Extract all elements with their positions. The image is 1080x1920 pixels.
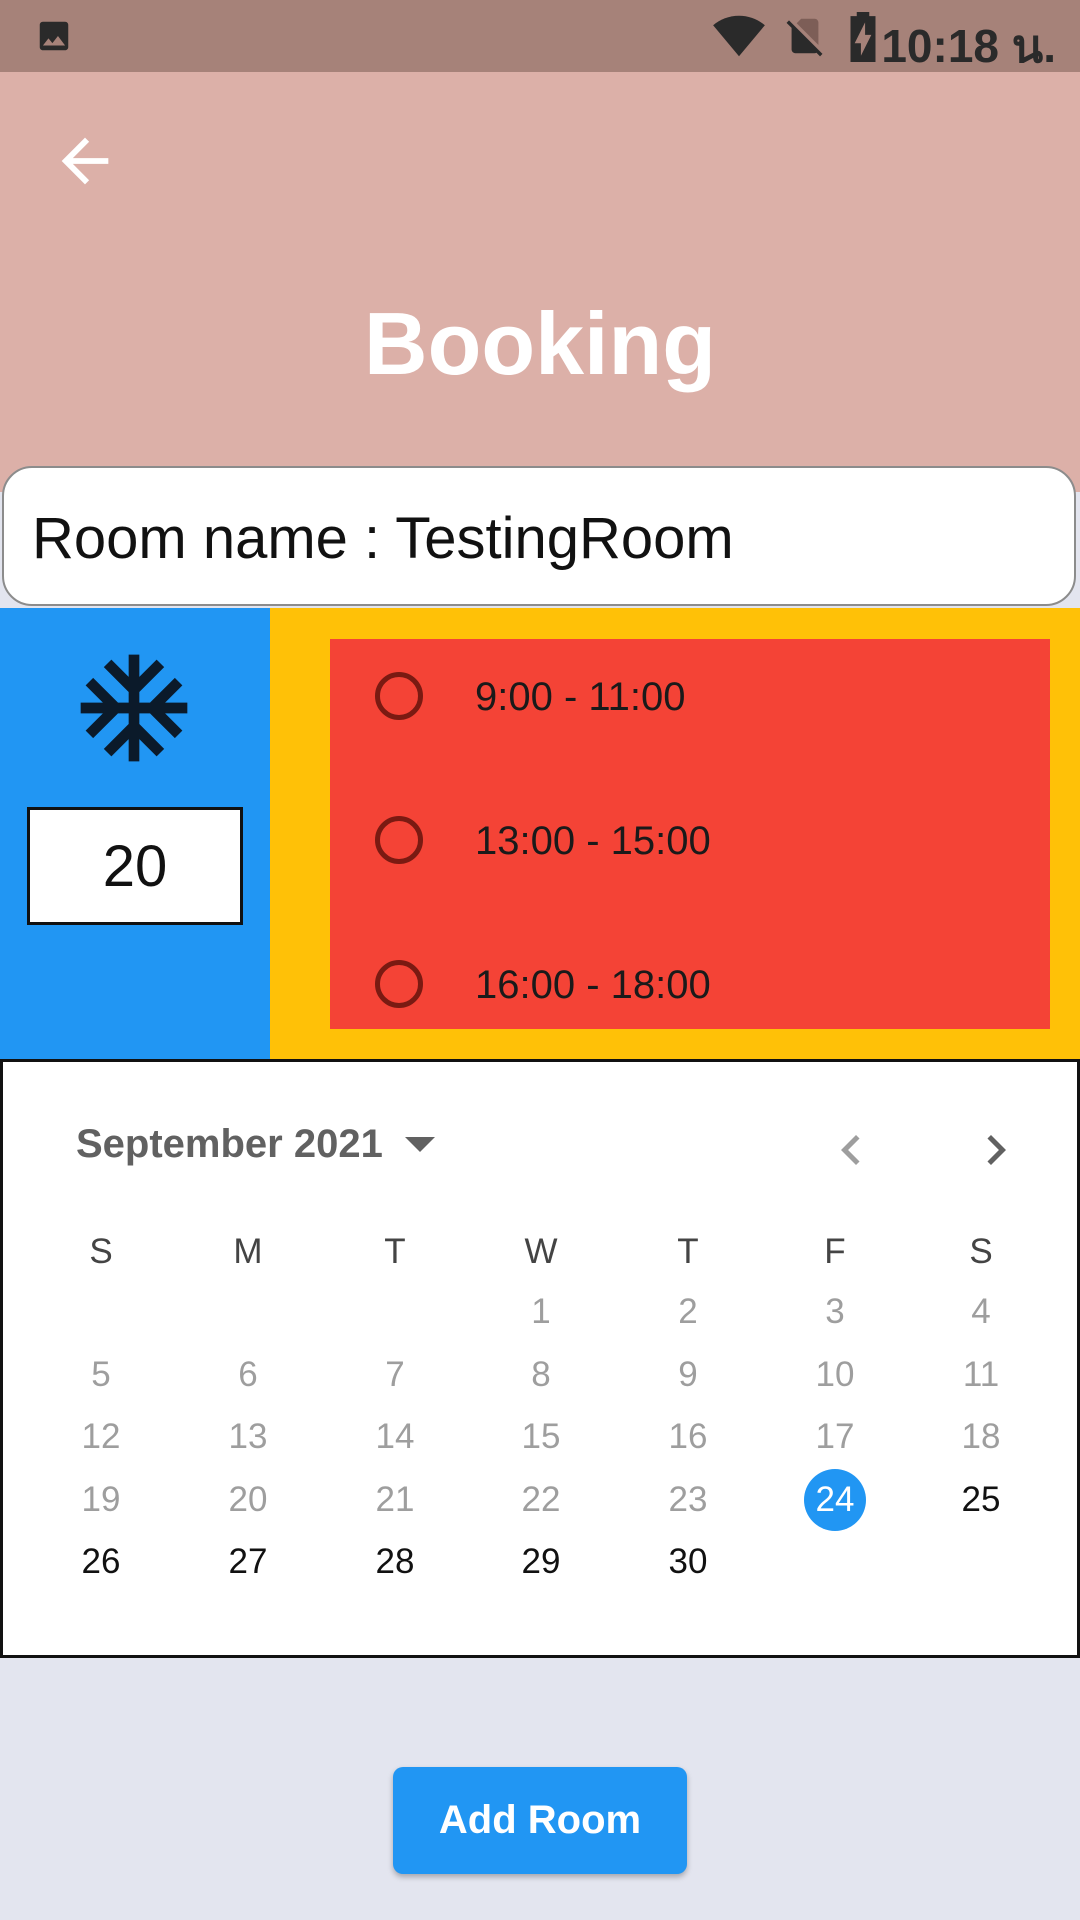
time-slot-list[interactable]: 9:00 - 11:00 13:00 - 15:00 16:00 - 18:00 xyxy=(330,639,1050,1029)
calendar-day-disabled: 6 xyxy=(238,1354,258,1394)
gallery-icon xyxy=(39,21,69,51)
radio-button[interactable] xyxy=(375,816,423,864)
room-name-card: Room name : TestingRoom xyxy=(2,466,1076,606)
calendar-day-disabled: 22 xyxy=(521,1479,561,1519)
status-bar: 10:18 น. xyxy=(0,0,1080,72)
snowflake-icon xyxy=(80,654,188,762)
room-name-label: Room name : TestingRoom xyxy=(32,506,734,571)
month-year-selector[interactable]: September 2021 xyxy=(76,1122,435,1167)
month-year-label: September 2021 xyxy=(76,1122,383,1166)
calendar-day-disabled: 23 xyxy=(668,1479,708,1519)
time-slot-label: 13:00 - 15:00 xyxy=(475,819,711,863)
weekday-label: M xyxy=(233,1232,263,1271)
back-arrow-icon[interactable] xyxy=(50,126,120,196)
radio-button[interactable] xyxy=(375,960,423,1008)
calendar-day[interactable]: 28 xyxy=(355,1531,435,1593)
time-slot-label: 16:00 - 18:00 xyxy=(475,963,711,1007)
calendar-day-disabled: 2 xyxy=(678,1292,698,1331)
calendar-day-selected[interactable]: 24 xyxy=(804,1468,866,1531)
calendar-day[interactable]: 26 xyxy=(61,1531,141,1593)
calendar-day-disabled: 20 xyxy=(228,1479,268,1519)
calendar-day-disabled: 11 xyxy=(962,1354,1000,1394)
calendar-day-disabled: 18 xyxy=(961,1417,1001,1456)
calendar-day[interactable]: 30 xyxy=(648,1531,728,1593)
calendar-day-disabled: 13 xyxy=(228,1417,268,1456)
calendar-day-disabled: 4 xyxy=(971,1292,991,1331)
chevron-right-icon[interactable] xyxy=(966,1120,1026,1180)
battery-charging-icon xyxy=(850,12,876,62)
calendar-day-disabled: 5 xyxy=(91,1354,111,1394)
radio-button[interactable] xyxy=(375,672,423,720)
calendar-day-disabled: 12 xyxy=(81,1417,121,1456)
add-room-button[interactable]: Add Room xyxy=(393,1767,687,1874)
calendar-day-disabled: 10 xyxy=(815,1354,855,1394)
no-sim-icon xyxy=(786,18,823,57)
calendar-day-disabled: 8 xyxy=(531,1354,551,1394)
calendar-day-disabled: 17 xyxy=(815,1417,855,1456)
calendar-day[interactable]: 29 xyxy=(501,1531,581,1593)
chevron-left-icon[interactable] xyxy=(821,1120,881,1180)
calendar-day-disabled: 15 xyxy=(521,1417,561,1456)
weekday-label: S xyxy=(969,1232,993,1271)
wifi-icon xyxy=(713,15,765,57)
time-slot-option[interactable]: 9:00 - 11:00 xyxy=(330,639,1050,759)
calendar-day-disabled: 16 xyxy=(668,1417,708,1456)
calendar-day[interactable]: 25 xyxy=(941,1469,1021,1531)
weekday-label: W xyxy=(524,1232,558,1271)
calendar-day-disabled: 7 xyxy=(385,1354,405,1394)
temperature-input[interactable]: 20 xyxy=(27,807,243,925)
time-slots-panel: 9:00 - 11:00 13:00 - 15:00 16:00 - 18:00 xyxy=(270,608,1080,1060)
air-conditioner-panel: 20 xyxy=(0,608,270,1060)
calendar-day-disabled: 21 xyxy=(375,1479,415,1519)
weekday-label: T xyxy=(677,1232,699,1271)
time-slot-option[interactable]: 16:00 - 18:00 xyxy=(330,927,1050,1029)
calendar-day-disabled: 9 xyxy=(678,1354,698,1394)
calendar-day[interactable]: 27 xyxy=(208,1531,288,1593)
app-header: Booking xyxy=(0,72,1080,492)
calendar: September 2021 S M T W T F S 1 2 3 4 5 6 7 8 9 10 11 12 13 1… xyxy=(0,1059,1080,1658)
dropdown-arrow-icon xyxy=(404,1137,435,1152)
page-title: Booking xyxy=(364,294,716,393)
weekday-label: S xyxy=(89,1232,113,1271)
weekday-label: F xyxy=(824,1232,846,1271)
calendar-day-disabled: 1 xyxy=(531,1292,551,1331)
calendar-day-disabled: 3 xyxy=(825,1292,845,1331)
weekday-label: T xyxy=(384,1232,406,1271)
calendar-day-disabled: 14 xyxy=(375,1417,415,1456)
calendar-day-disabled: 19 xyxy=(81,1479,121,1519)
time-slot-option[interactable]: 13:00 - 15:00 xyxy=(330,783,1050,903)
time-slot-label: 9:00 - 11:00 xyxy=(475,675,686,719)
